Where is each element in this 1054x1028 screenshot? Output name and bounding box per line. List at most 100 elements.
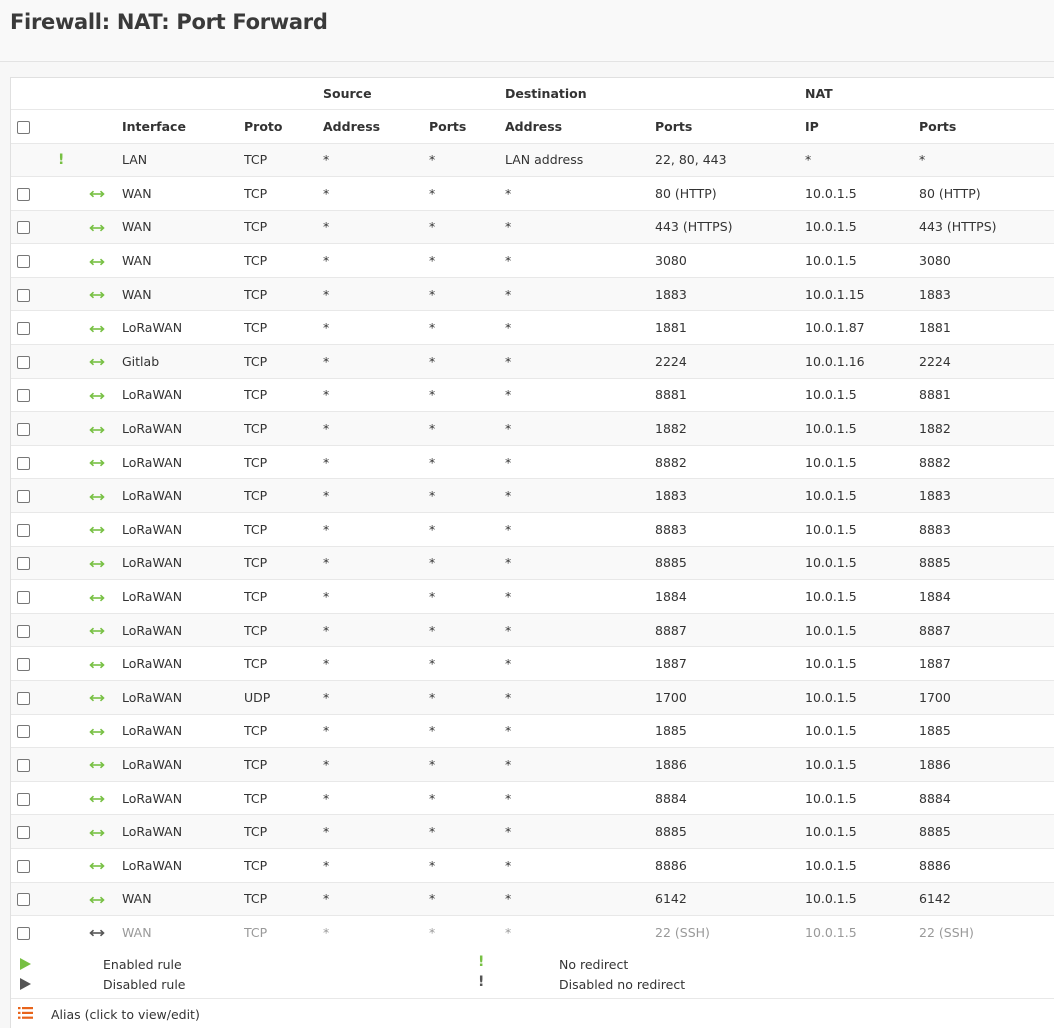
cell-source-ports: *: [429, 680, 505, 715]
cell-source-address: *: [323, 310, 429, 346]
cell-destination-address: *: [505, 210, 655, 245]
cell-nat-ip: 10.0.1.5: [805, 546, 919, 581]
exchange-arrow-icon[interactable]: [89, 257, 105, 267]
row-checkbox[interactable]: [17, 926, 30, 940]
cell-destination-address: *: [505, 613, 655, 648]
exclamation-icon[interactable]: !: [58, 152, 64, 168]
row-checkbox[interactable]: [17, 490, 30, 504]
cell-destination-address: *: [505, 579, 655, 614]
col-destination-address: Address: [505, 109, 655, 144]
exchange-arrow-icon[interactable]: [89, 794, 105, 804]
cell-nat-ip: 10.0.1.5: [805, 512, 919, 547]
table-row[interactable]: WAN TCP * * * 443 (HTTPS) 10.0.1.5 443 (HTTPS): [11, 210, 1054, 245]
cell-destination-ports: 3080: [655, 243, 805, 278]
cell-interface: LoRaWAN: [122, 814, 244, 849]
exchange-arrow-icon[interactable]: [89, 895, 105, 905]
exchange-arrow-icon[interactable]: [89, 928, 105, 938]
exchange-arrow-icon[interactable]: [89, 861, 105, 871]
row-checkbox[interactable]: [17, 826, 30, 840]
table-row[interactable]: WAN TCP * * * 3080 10.0.1.5 3080: [11, 243, 1054, 278]
exchange-arrow-icon[interactable]: [89, 626, 105, 636]
row-checkbox[interactable]: [17, 591, 30, 605]
select-all-checkbox[interactable]: [17, 120, 30, 134]
table-row[interactable]: LoRaWAN TCP * * * 8881 10.0.1.5 8881: [11, 378, 1054, 413]
exchange-arrow-icon[interactable]: [89, 324, 105, 334]
col-nat-ports: Ports: [919, 109, 1054, 144]
exchange-arrow-icon[interactable]: [89, 760, 105, 770]
row-checkbox[interactable]: [17, 221, 30, 235]
cell-source-ports: *: [429, 546, 505, 581]
table-row[interactable]: LoRaWAN TCP * * * 1884 10.0.1.5 1884: [11, 579, 1054, 614]
cell-source-address: *: [323, 243, 429, 278]
row-checkbox[interactable]: [17, 187, 30, 201]
exchange-arrow-icon[interactable]: [89, 290, 105, 300]
table-row[interactable]: Gitlab TCP * * * 2224 10.0.1.16 2224: [11, 344, 1054, 379]
table-row[interactable]: WAN TCP * * * 80 (HTTP) 10.0.1.5 80 (HTTP): [11, 176, 1054, 211]
row-checkbox[interactable]: [17, 255, 30, 269]
cell-nat-ports: 443 (HTTPS): [919, 210, 1054, 245]
row-checkbox[interactable]: [17, 859, 30, 873]
row-checkbox[interactable]: [17, 322, 30, 336]
cell-nat-ports: 22 (SSH): [919, 915, 1054, 950]
row-checkbox[interactable]: [17, 523, 30, 537]
table-row[interactable]: LoRaWAN TCP * * * 8886 10.0.1.5 8886: [11, 848, 1054, 883]
row-checkbox[interactable]: [17, 758, 30, 772]
table-row[interactable]: LoRaWAN TCP * * * 1882 10.0.1.5 1882: [11, 411, 1054, 446]
cell-source-address: *: [323, 781, 429, 816]
exchange-arrow-icon[interactable]: [89, 189, 105, 199]
table-row[interactable]: LoRaWAN TCP * * * 8885 10.0.1.5 8885: [11, 546, 1054, 581]
row-checkbox[interactable]: [17, 725, 30, 739]
exchange-arrow-icon[interactable]: [89, 660, 105, 670]
row-checkbox[interactable]: [17, 355, 30, 369]
exchange-arrow-icon[interactable]: [89, 559, 105, 569]
row-checkbox[interactable]: [17, 624, 30, 638]
table-row[interactable]: LoRaWAN TCP * * * 8887 10.0.1.5 8887: [11, 613, 1054, 648]
table-row[interactable]: WAN TCP * * * 6142 10.0.1.5 6142: [11, 882, 1054, 917]
table-row[interactable]: LoRaWAN TCP * * * 1886 10.0.1.5 1886: [11, 747, 1054, 782]
table-row[interactable]: LoRaWAN TCP * * * 1883 10.0.1.5 1883: [11, 478, 1054, 514]
table-row[interactable]: WAN TCP * * * 22 (SSH) 10.0.1.5 22 (SSH): [11, 915, 1054, 950]
exchange-arrow-icon[interactable]: [89, 525, 105, 535]
cell-proto: TCP: [244, 915, 323, 950]
exclamation-icon-disabled: !: [478, 974, 485, 990]
row-checkbox[interactable]: [17, 658, 30, 672]
table-row[interactable]: LoRaWAN TCP * * * 8884 10.0.1.5 8884: [11, 781, 1054, 816]
cell-destination-ports: 1883: [655, 478, 805, 514]
table-row[interactable]: LoRaWAN TCP * * * 8885 10.0.1.5 8885: [11, 814, 1054, 849]
row-checkbox[interactable]: [17, 423, 30, 437]
cell-source-address: *: [323, 512, 429, 547]
row-checkbox[interactable]: [17, 389, 30, 403]
exchange-arrow-icon[interactable]: [89, 357, 105, 367]
cell-interface: WAN: [122, 277, 244, 312]
row-checkbox[interactable]: [17, 792, 30, 806]
table-row[interactable]: WAN TCP * * * 1883 10.0.1.15 1883: [11, 277, 1054, 312]
row-checkbox[interactable]: [17, 456, 30, 470]
table-row[interactable]: LoRaWAN UDP * * * 1700 10.0.1.5 1700: [11, 680, 1054, 715]
exchange-arrow-icon[interactable]: [89, 458, 105, 468]
exchange-arrow-icon[interactable]: [89, 492, 105, 502]
cell-source-address: *: [323, 143, 429, 178]
cell-proto: TCP: [244, 445, 323, 480]
exchange-arrow-icon[interactable]: [89, 391, 105, 401]
exchange-arrow-icon[interactable]: [89, 828, 105, 838]
table-row[interactable]: LoRaWAN TCP * * * 1881 10.0.1.87 1881: [11, 310, 1054, 346]
table-row[interactable]: LoRaWAN TCP * * * 1887 10.0.1.5 1887: [11, 646, 1054, 681]
cell-nat-ip: 10.0.1.5: [805, 646, 919, 681]
cell-interface: WAN: [122, 176, 244, 211]
alias-legend: Alias (click to view/edit): [11, 1000, 1054, 1028]
exchange-arrow-icon[interactable]: [89, 425, 105, 435]
exchange-arrow-icon[interactable]: [89, 593, 105, 603]
table-row[interactable]: LoRaWAN TCP * * * 8883 10.0.1.5 8883: [11, 512, 1054, 547]
cell-source-address: *: [323, 546, 429, 581]
table-row[interactable]: LoRaWAN TCP * * * 8882 10.0.1.5 8882: [11, 445, 1054, 480]
row-checkbox[interactable]: [17, 557, 30, 571]
exchange-arrow-icon[interactable]: [89, 223, 105, 233]
row-checkbox[interactable]: [17, 288, 30, 302]
cell-source-address: *: [323, 613, 429, 648]
row-checkbox[interactable]: [17, 691, 30, 705]
exchange-arrow-icon[interactable]: [89, 693, 105, 703]
row-checkbox[interactable]: [17, 893, 30, 907]
table-row[interactable]: ! LAN TCP * * LAN address 22, 80, 443 * *: [11, 143, 1054, 178]
exchange-arrow-icon[interactable]: [89, 727, 105, 737]
table-row[interactable]: LoRaWAN TCP * * * 1885 10.0.1.5 1885: [11, 714, 1054, 749]
